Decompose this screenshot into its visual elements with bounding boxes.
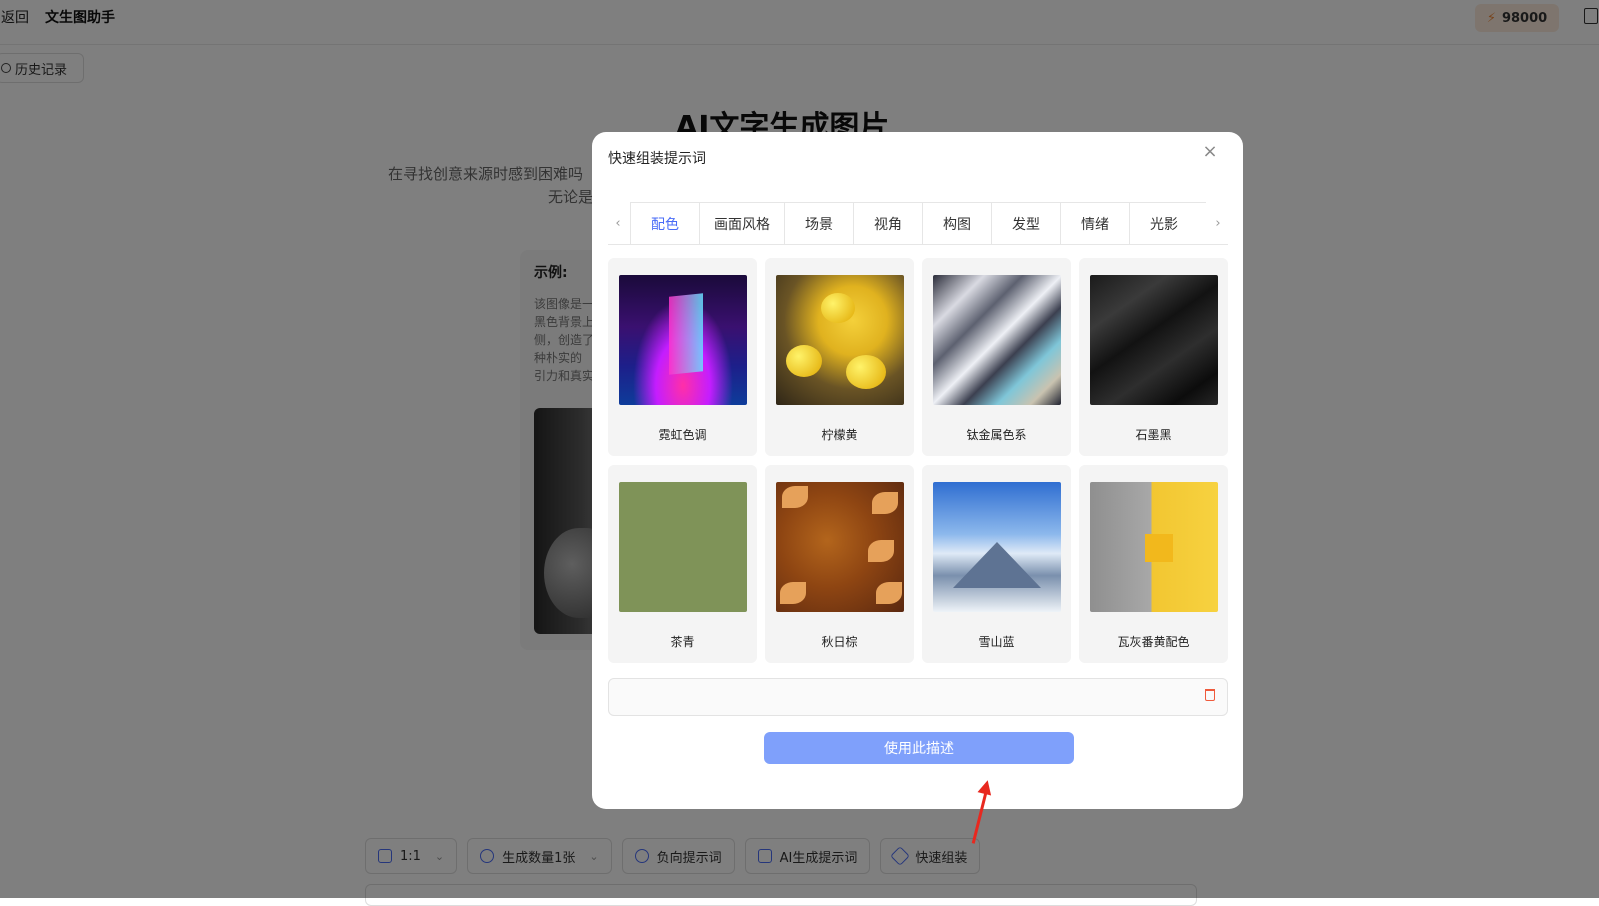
option-label: 霓虹色调 <box>658 428 707 442</box>
modal-title: 快速组装提示词 <box>608 151 706 167</box>
tea-green-swatch <box>619 482 747 612</box>
option-label: 石墨黑 <box>1135 428 1172 442</box>
chevron-left-icon[interactable]: ‹ <box>608 202 628 244</box>
tab-item[interactable]: 画面风格 <box>699 203 784 244</box>
tab-item[interactable]: 发型 <box>991 203 1060 244</box>
option-card[interactable]: 柠檬黄 <box>765 258 914 456</box>
graphite-black-image <box>1090 275 1218 405</box>
tab-item[interactable]: 配色 <box>630 203 699 244</box>
option-card[interactable]: 瓦灰番黄配色 <box>1079 465 1228 663</box>
option-label: 钛金属色系 <box>966 428 1027 442</box>
option-label: 瓦灰番黄配色 <box>1117 635 1190 649</box>
assembled-prompt-field[interactable] <box>608 678 1228 716</box>
gray-yellow-geometry-image <box>1090 482 1218 612</box>
option-card[interactable]: 秋日棕 <box>765 465 914 663</box>
chevron-right-icon[interactable]: › <box>1208 202 1228 244</box>
option-label: 秋日棕 <box>821 635 858 649</box>
tab-item[interactable]: 视角 <box>853 203 922 244</box>
close-icon[interactable]: × <box>1200 142 1220 162</box>
lemons-still-life-image <box>776 275 904 405</box>
neon-glass-image <box>619 275 747 405</box>
option-card[interactable]: 钛金属色系 <box>922 258 1071 456</box>
option-card[interactable]: 雪山蓝 <box>922 465 1071 663</box>
titanium-metal-image <box>933 275 1061 405</box>
tab-item[interactable]: 光影 <box>1129 203 1198 244</box>
snow-mountain-image <box>933 482 1061 612</box>
option-grid: 霓虹色调 柠檬黄 钛金属色系 石墨黑茶青 秋日棕 雪山蓝 瓦灰番黄配色 <box>608 258 1228 672</box>
use-description-button[interactable]: 使用此描述 <box>764 732 1074 764</box>
quick-assemble-modal: 快速组装提示词 × ‹ 配色 画面风格 场景 视角 构图 发型 情绪 光影 › 霓虹色调 柠檬黄… <box>592 132 1243 809</box>
trash-icon[interactable] <box>1205 689 1215 701</box>
category-tabs: ‹ 配色 画面风格 场景 视角 构图 发型 情绪 光影 › <box>608 202 1228 245</box>
option-card[interactable]: 石墨黑 <box>1079 258 1228 456</box>
tab-item[interactable]: 情绪 <box>1060 203 1129 244</box>
option-card[interactable]: 霓虹色调 <box>608 258 757 456</box>
tab-item[interactable]: 场景 <box>784 203 853 244</box>
option-label: 雪山蓝 <box>978 635 1015 649</box>
option-card[interactable]: 茶青 <box>608 465 757 663</box>
option-label: 茶青 <box>670 635 695 649</box>
option-label: 柠檬黄 <box>821 428 858 442</box>
autumn-leaves-image <box>776 482 904 612</box>
tab-item[interactable]: 构图 <box>922 203 991 244</box>
